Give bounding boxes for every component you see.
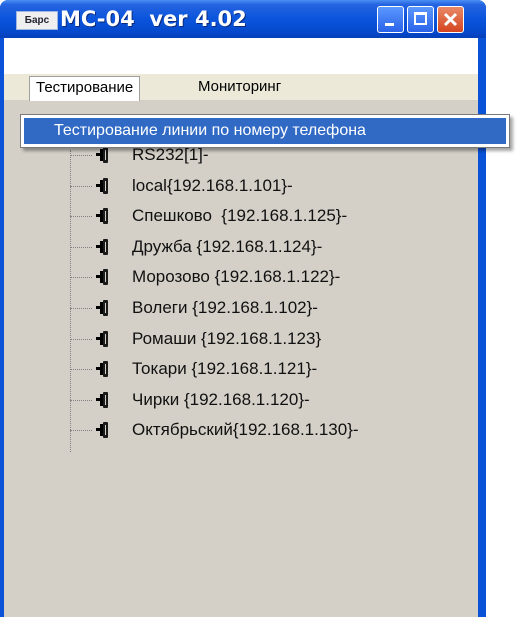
menu-item-test-line-by-phone[interactable]: Тестирование линии по номеру телефона bbox=[24, 118, 506, 144]
plug-icon bbox=[96, 300, 108, 316]
tree-branch-line bbox=[70, 155, 92, 156]
plug-icon bbox=[96, 422, 108, 439]
tree-node-label: Чирки {192.168.1.120}- bbox=[132, 389, 310, 409]
window-title: MC-04 ver 4.02 bbox=[60, 7, 247, 31]
tree-node-label: Токари {192.168.1.121}- bbox=[132, 359, 318, 379]
plug-icon bbox=[96, 177, 108, 194]
maximize-icon bbox=[414, 12, 427, 25]
plug-icon bbox=[96, 269, 108, 286]
menu-testing[interactable]: Тестирование bbox=[29, 76, 141, 101]
plug-icon bbox=[96, 208, 108, 225]
tree-branch-line bbox=[70, 430, 92, 432]
app-logo-icon[interactable]: Барс bbox=[16, 11, 58, 30]
tree-branch-line bbox=[70, 277, 92, 279]
tree-node-label: Дружба {192.168.1.124}- bbox=[132, 236, 323, 256]
tree-branch-line bbox=[70, 308, 92, 309]
testing-dropdown-menu: Тестирование линии по номеру телефона bbox=[20, 114, 510, 148]
tree-node-label: local{192.168.1.101}- bbox=[132, 175, 293, 195]
minimize-icon bbox=[385, 23, 394, 26]
close-icon bbox=[443, 12, 458, 27]
tree-branch-line bbox=[70, 369, 92, 371]
tree-node-label: Октябрьский{192.168.1.130}- bbox=[132, 420, 359, 440]
plug-icon bbox=[96, 391, 108, 408]
menu-bar: Тестирование Мониторинг bbox=[4, 74, 478, 101]
tree-node-label: Спешково {192.168.1.125}- bbox=[132, 206, 348, 226]
plug-icon bbox=[96, 238, 108, 255]
title-bar[interactable]: Барс MC-04 ver 4.02 bbox=[0, 0, 486, 38]
tree-branch-line bbox=[70, 185, 92, 187]
tree-node-label: Морозово {192.168.1.122}- bbox=[132, 267, 341, 287]
close-button[interactable] bbox=[437, 6, 464, 33]
plug-icon bbox=[96, 330, 108, 347]
plug-icon bbox=[96, 147, 108, 163]
tree-branch-line bbox=[70, 399, 92, 401]
tree-branch-line bbox=[70, 216, 92, 218]
tree-node-label: Волеги {192.168.1.102}- bbox=[132, 298, 318, 317]
tree-branch-line bbox=[70, 246, 92, 248]
plug-icon bbox=[96, 361, 108, 378]
tree-branch-line bbox=[70, 338, 92, 340]
tree-connector-line bbox=[70, 150, 71, 452]
minimize-button[interactable] bbox=[377, 6, 404, 33]
maximize-button[interactable] bbox=[407, 6, 434, 33]
tree-node-label: Ромаши {192.168.1.123} bbox=[132, 328, 322, 348]
menu-monitoring[interactable]: Мониторинг bbox=[192, 74, 287, 100]
